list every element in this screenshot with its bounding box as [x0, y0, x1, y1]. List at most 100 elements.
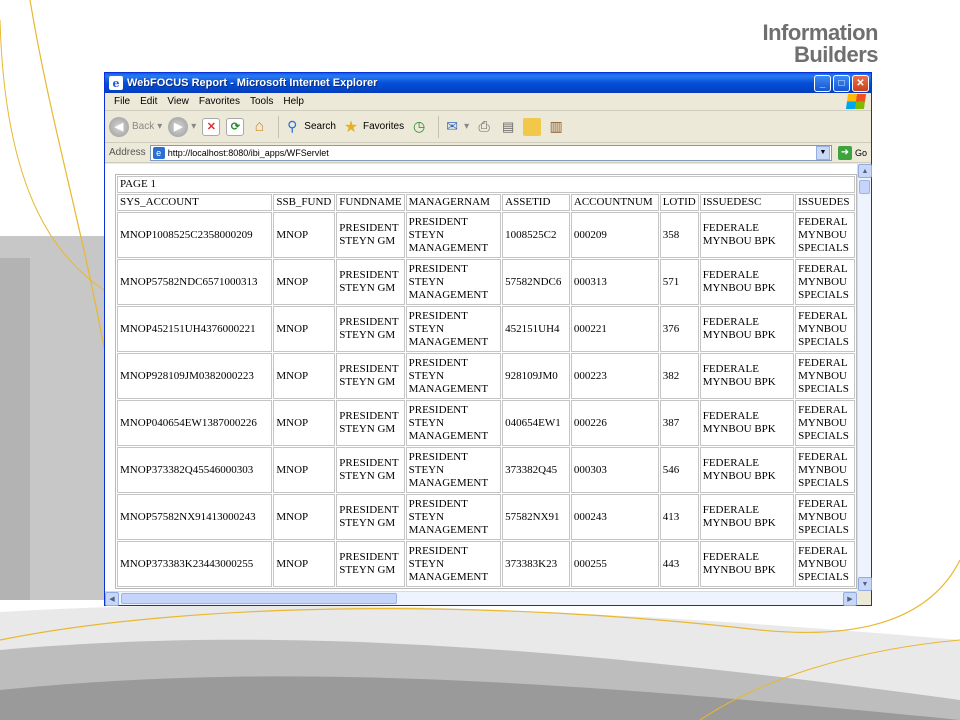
maximize-button[interactable]: □ [833, 74, 850, 92]
horizontal-scrollbar[interactable]: ◀ ▶ [105, 591, 857, 606]
table-cell: PRESIDENT STEYN GM [336, 400, 405, 446]
table-cell: PRESIDENT STEYN GM [336, 259, 405, 305]
menu-edit[interactable]: Edit [135, 96, 162, 107]
table-cell: FEDERAL MYNBOU SPECIALS [795, 353, 855, 399]
table-cell: MNOP452151UH4376000221 [117, 306, 273, 352]
scroll-left-arrow-icon[interactable]: ◀ [105, 592, 119, 606]
table-cell: 000221 [570, 306, 659, 352]
menu-tools[interactable]: Tools [245, 96, 278, 107]
stop-button[interactable]: ✕ [202, 117, 221, 136]
folder-icon [523, 117, 542, 136]
window-title: WebFOCUS Report - Microsoft Internet Exp… [127, 77, 378, 89]
back-button[interactable]: ◀ Back ▾ [109, 116, 162, 137]
table-cell: MNOP [273, 541, 336, 587]
favorites-button[interactable]: ★ Favorites [342, 118, 404, 136]
menu-help[interactable]: Help [278, 96, 309, 107]
edit-button[interactable]: ▤ [499, 118, 517, 136]
table-cell: MNOP57582NDC6571000313 [117, 259, 273, 305]
address-bar: Address e http://localhost:8080/ibi_apps… [105, 143, 871, 163]
table-cell: PRESIDENT STEYN MANAGEMENT [405, 541, 502, 587]
stop-icon: ✕ [202, 117, 221, 136]
table-row: MNOP373383K23443000255 MNOP PRESIDENT STEY… [117, 541, 855, 587]
menu-bar: File Edit View Favorites Tools Help [105, 93, 871, 111]
refresh-icon: ⟳ [226, 117, 245, 136]
go-button[interactable]: ➜ Go [837, 145, 867, 160]
vertical-scroll-thumb[interactable] [859, 180, 870, 194]
table-cell: MNOP [273, 400, 336, 446]
windows-flag-icon [845, 94, 867, 109]
close-button[interactable]: ✕ [852, 74, 869, 92]
table-cell: FEDERAL MYNBOU SPECIALS [795, 306, 855, 352]
table-cell: MNOP [273, 306, 336, 352]
table-cell: 358 [659, 212, 699, 258]
home-button[interactable]: ⌂ [250, 118, 268, 136]
table-row: MNOP373382Q45546000303 MNOP PRESIDENT STEY… [117, 447, 855, 493]
table-cell: 928109JM0 [502, 353, 570, 399]
table-cell: PRESIDENT STEYN MANAGEMENT [405, 353, 502, 399]
refresh-button[interactable]: ⟳ [226, 117, 245, 136]
menu-view[interactable]: View [162, 96, 194, 107]
table-cell: FEDERALE MYNBOU BPK [699, 494, 795, 540]
table-cell: FEDERAL MYNBOU SPECIALS [795, 541, 855, 587]
page-icon: e [152, 146, 165, 159]
address-input[interactable]: e http://localhost:8080/ibi_apps/WFServl… [149, 144, 832, 161]
address-dropdown-icon[interactable]: ▼ [815, 145, 830, 160]
horizontal-scroll-thumb[interactable] [121, 593, 397, 604]
minimize-button[interactable]: _ [814, 74, 831, 92]
table-cell: FEDERALE MYNBOU BPK [699, 541, 795, 587]
column-header: SYS_ACCOUNT [117, 194, 273, 211]
table-row: MNOP452151UH4376000221 MNOP PRESIDENT STEY… [117, 306, 855, 352]
table-cell: FEDERALE MYNBOU BPK [699, 259, 795, 305]
scroll-down-arrow-icon[interactable]: ▼ [858, 577, 872, 591]
menu-favorites[interactable]: Favorites [194, 96, 245, 107]
table-cell: FEDERALE MYNBOU BPK [699, 306, 795, 352]
menu-file[interactable]: File [109, 96, 135, 107]
table-cell: PRESIDENT STEYN MANAGEMENT [405, 494, 502, 540]
column-header: MANAGERNAM [405, 194, 502, 211]
ie-icon: e [109, 76, 123, 90]
table-cell: 57582NX91 [502, 494, 570, 540]
logo-line-1: Information [762, 20, 879, 45]
table-row: MNOP57582NX91413000243 MNOP PRESIDENT STEY… [117, 494, 855, 540]
table-cell: 413 [659, 494, 699, 540]
table-cell: MNOP [273, 353, 336, 399]
report-table: PAGE 1 SYS_ACCOUNT SSB_FUND FUNDNAME MANAGE… [115, 174, 857, 589]
print-button[interactable]: ⎙ [475, 118, 493, 136]
folder-button[interactable] [523, 117, 542, 136]
history-button[interactable]: ◷ [410, 118, 428, 136]
table-cell: MNOP [273, 212, 336, 258]
table-cell: 546 [659, 447, 699, 493]
table-cell: 452151UH4 [502, 306, 570, 352]
table-cell: PRESIDENT STEYN GM [336, 494, 405, 540]
table-cell: 000226 [570, 400, 659, 446]
table-cell: FEDERALE MYNBOU BPK [699, 400, 795, 446]
column-header: LOTID [659, 194, 699, 211]
toolbar-divider [438, 115, 440, 138]
back-arrow-icon: ◀ [109, 116, 129, 137]
table-cell: 040654EW1 [502, 400, 570, 446]
scroll-right-arrow-icon[interactable]: ▶ [843, 592, 857, 606]
toolbar: ◀ Back ▾ ▶ ▾ ✕ ⟳ ⌂ ⚲ Search ★ Favorites ◷ … [105, 111, 871, 143]
column-header: ACCOUNTNUM [570, 194, 659, 211]
research-button[interactable]: ▥ [547, 118, 565, 136]
scroll-up-arrow-icon[interactable]: ▲ [858, 164, 872, 178]
table-cell: PRESIDENT STEYN MANAGEMENT [405, 212, 502, 258]
report-viewport: PAGE 1 SYS_ACCOUNT SSB_FUND FUNDNAME MANAGE… [105, 164, 857, 591]
edit-page-icon: ▤ [501, 118, 515, 134]
address-label: Address [109, 147, 146, 158]
research-books-icon: ▥ [549, 118, 563, 134]
title-bar[interactable]: e WebFOCUS Report - Microsoft Internet E… [105, 73, 871, 93]
table-cell: MNOP57582NX91413000243 [117, 494, 273, 540]
address-url: http://localhost:8080/ibi_apps/WFServlet [167, 147, 329, 158]
table-row: MNOP57582NDC6571000313 MNOP PRESIDENT STEY… [117, 259, 855, 305]
forward-button[interactable]: ▶ ▾ [168, 116, 196, 137]
table-cell: 000303 [570, 447, 659, 493]
search-button[interactable]: ⚲ Search [283, 118, 336, 136]
table-cell: FEDERALE MYNBOU BPK [699, 212, 795, 258]
table-cell: 376 [659, 306, 699, 352]
mail-button[interactable]: ✉ ▾ [443, 118, 469, 136]
vertical-scrollbar[interactable]: ▲ ▼ [857, 164, 872, 591]
table-cell: PRESIDENT STEYN GM [336, 212, 405, 258]
scroll-corner [857, 591, 871, 605]
printer-icon: ⎙ [478, 118, 490, 134]
